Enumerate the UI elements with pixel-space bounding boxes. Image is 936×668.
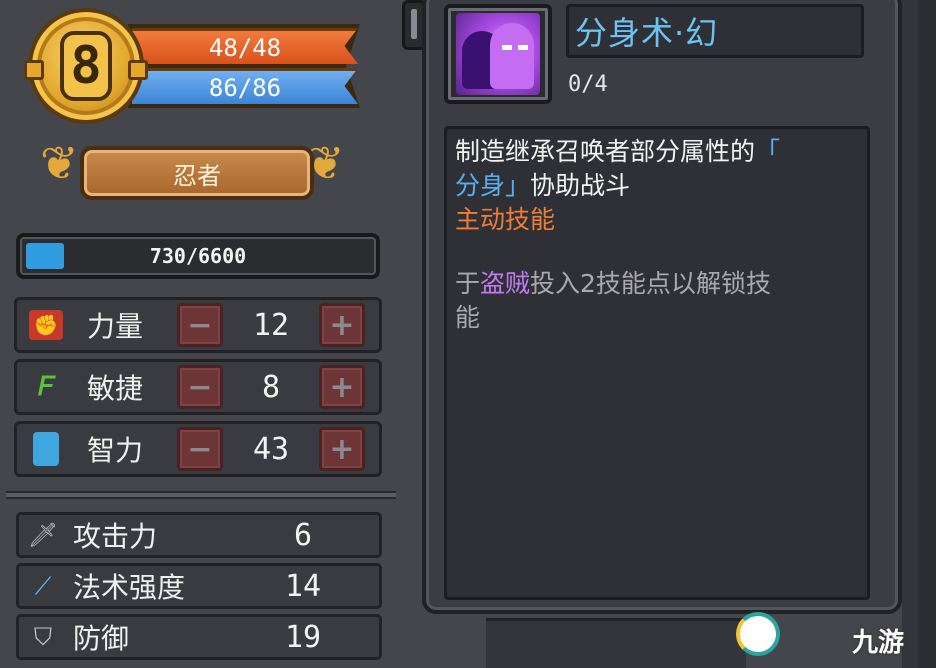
unlock-class: 盗贼 [480,269,531,298]
fist-icon: ✊ [29,310,63,340]
agility-minus-button[interactable]: − [177,365,223,409]
bottom-strip [486,618,746,668]
desc-text: 制造继承召唤者部分属性的 [455,137,756,166]
stat-label: 敏捷 [87,372,144,405]
attr-label: 法术强度 [73,571,186,604]
skill-icon-frame[interactable] [444,4,552,104]
shield-icon: ⛉ [34,623,52,651]
stat-value: 43 [252,431,290,467]
hp-bar: 48/48 [132,28,358,64]
skill-name: 分身术·幻 [566,4,864,58]
divider [6,491,396,499]
skill-description: 制造继承召唤者部分属性的「 分身」协助战斗 主动技能 于盗贼投入2技能点以解锁技… [444,126,870,600]
level-badge: 8 [24,8,148,124]
wing-icon: 𝐹 [38,371,54,402]
stat-value: 12 [252,307,290,343]
laurel-left-icon: ❦ [40,136,79,190]
intelligence-minus-button[interactable]: − [177,427,223,471]
eye [518,45,528,50]
stat-row-strength: ✊ 力量 − 12 + [14,297,382,353]
attr-label: 防御 [73,622,130,655]
unlock-prefix: 于 [455,269,481,298]
unlock-rest: 投入2技能点以解锁技 [530,269,771,298]
attr-value: 6 [293,517,313,553]
attr-label: 攻击力 [73,520,158,553]
intelligence-plus-button[interactable]: + [319,427,365,471]
desc-quote-open: 「 [755,137,781,166]
watermark-text: 九游 [852,628,905,658]
stat-value: 8 [261,369,281,405]
mp-bar: 86/86 [132,68,358,104]
book-icon [33,432,59,466]
shadow-figure [490,23,534,89]
attr-value: 14 [284,568,322,604]
desc-line: 分身」协助战斗 [455,169,859,203]
stat-row-agility: 𝐹 敏捷 − 8 + [14,359,382,415]
clone-skill-icon [456,13,540,95]
wand-icon: ⟋ [34,572,52,600]
unlock-hint-tail: 能 [455,303,481,332]
eye [502,45,512,50]
stat-label: 智力 [87,434,144,467]
background-strip [918,0,936,668]
desc-clone-keyword: 分身 [455,171,506,200]
stat-label: 力量 [87,310,144,343]
attr-value: 19 [284,619,322,655]
level-number: 8 [60,31,112,101]
skill-level: 0/4 [568,72,608,97]
xp-bar: 730/6600 [16,233,380,279]
xp-text: 730/6600 [149,244,247,268]
sword-icon: 🗡 [27,521,59,549]
stat-row-intelligence: 智力 − 43 + [14,421,382,477]
attr-row-spell-power: ⟋ 法术强度 14 [16,563,382,609]
desc-text: 协助战斗 [530,171,631,200]
desc-quote-close: 」 [505,171,531,200]
desc-line: 制造继承召唤者部分属性的「 [455,135,859,169]
class-plaque: 忍者 [80,146,314,200]
attr-row-attack: 🗡 攻击力 6 [16,512,382,558]
strength-minus-button[interactable]: − [177,303,223,347]
attr-row-defense: ⛉ 防御 19 [16,614,382,660]
watermark-logo-icon [736,612,780,656]
skill-type: 主动技能 [455,205,556,234]
strength-plus-button[interactable]: + [319,303,365,347]
unlock-hint: 于盗贼投入2技能点以解锁技 [455,267,859,301]
agility-plus-button[interactable]: + [319,365,365,409]
